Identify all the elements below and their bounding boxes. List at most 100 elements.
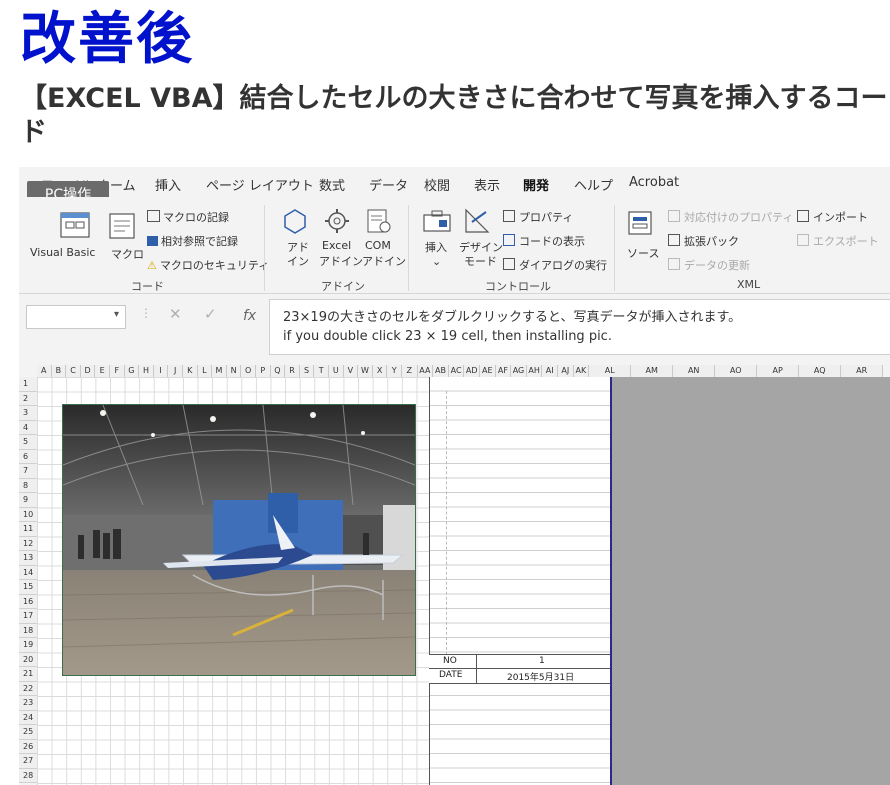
no-row[interactable]: NO 1 [429,654,610,669]
column-header[interactable]: S [299,365,315,377]
column-header[interactable]: Q [270,365,286,377]
insert-function-icon[interactable]: fx [243,308,256,324]
column-header[interactable]: AK [573,365,590,377]
view-code-button[interactable]: コードの表示 [503,233,585,249]
row-header[interactable]: 24 [19,710,37,725]
macro-security-button[interactable]: ⚠ マクロのセキュリティ [147,257,269,273]
record-column[interactable] [429,377,612,785]
visual-basic-button[interactable]: Visual Basic [30,246,95,259]
relative-ref-button[interactable]: 相対参照で記録 [147,233,238,249]
tab-acrobat[interactable]: Acrobat [629,175,679,190]
row-header[interactable]: 12 [19,536,37,551]
column-header[interactable]: AD [464,365,480,377]
com-addins-button[interactable]: COM [365,239,391,252]
column-header[interactable]: H [139,365,154,377]
row-header[interactable]: 18 [19,623,37,638]
column-header[interactable]: C [66,365,81,377]
column-header[interactable]: AH [526,365,543,377]
xml-source-button[interactable]: ソース [627,245,659,261]
tab-review[interactable]: 校閲 [424,175,450,194]
row-header[interactable]: 16 [19,594,37,609]
column-header[interactable]: AE [480,365,496,377]
cancel-icon[interactable]: ✕ [169,305,182,323]
column-header[interactable]: D [80,365,96,377]
import-button[interactable]: インポート [797,209,868,225]
tab-developer[interactable]: 開発 [523,175,550,199]
column-header[interactable]: AJ [558,365,574,377]
tab-view[interactable]: 表示 [474,175,500,194]
run-dialog-button[interactable]: ダイアログの実行 [503,257,607,273]
column-header[interactable]: AI [542,365,558,377]
properties-button[interactable]: プロパティ [503,209,573,225]
column-header[interactable]: M [212,365,227,377]
row-header[interactable]: 19 [19,638,37,653]
row-header[interactable]: 23 [19,696,37,711]
insert-control-button[interactable]: 挿入 [425,239,447,255]
tab-help[interactable]: ヘルプ [574,175,613,194]
row-header[interactable]: 6 [19,449,37,464]
column-header[interactable]: P [256,365,271,377]
column-header[interactable]: AG [511,365,527,377]
row-header[interactable]: 3 [19,406,37,421]
column-header[interactable]: AR [841,365,884,377]
column-header[interactable]: AQ [799,365,842,377]
column-header[interactable]: O [241,365,256,377]
column-header[interactable]: E [95,365,110,377]
column-header[interactable]: AO [715,365,758,377]
tab-formulas[interactable]: 数式 [319,175,345,194]
name-box[interactable]: ▾ [26,305,126,329]
excel-addins-button[interactable]: Excel [322,239,351,252]
row-header[interactable]: 5 [19,435,37,450]
row-header[interactable]: 10 [19,507,37,522]
row-header[interactable]: 11 [19,522,37,537]
column-header[interactable]: I [153,365,169,377]
column-header[interactable]: AF [495,365,512,377]
column-header[interactable]: J [168,365,183,377]
column-header[interactable]: U [329,365,344,377]
expansion-pack-button[interactable]: 拡張パック [668,233,739,249]
refresh-data-button[interactable]: データの更新 [668,257,750,273]
row-header[interactable]: 14 [19,565,37,580]
row-header[interactable]: 2 [19,391,37,406]
column-header[interactable]: L [197,365,213,377]
macro-button[interactable]: マクロ [111,246,144,262]
enter-icon[interactable]: ✓ [204,305,217,323]
column-header[interactable]: AN [673,365,716,377]
column-header[interactable]: F [110,365,125,377]
row-header[interactable]: 22 [19,681,37,696]
formula-input[interactable]: 23×19の大きさのセルをダブルクリックすると、写真データが挿入されます。 if… [269,299,890,355]
row-header[interactable]: 26 [19,739,37,754]
export-button[interactable]: エクスポート [797,233,879,249]
row-header[interactable]: 28 [19,768,37,783]
map-properties-button[interactable]: 対応付けのプロパティ [668,209,793,225]
column-header[interactable]: A [37,365,52,377]
column-header[interactable]: AC [448,365,465,377]
row-header[interactable]: 20 [19,652,37,667]
column-header[interactable]: Y [387,365,402,377]
tab-insert[interactable]: 挿入 [155,175,181,194]
column-header[interactable]: AL [589,365,632,377]
column-header[interactable]: AB [433,365,449,377]
date-row[interactable]: DATE 2015年5月31日 [429,668,610,684]
row-header[interactable]: 21 [19,667,37,682]
column-header[interactable]: N [226,365,242,377]
row-header[interactable]: 4 [19,420,37,435]
row-header[interactable]: 15 [19,580,37,595]
row-header[interactable]: 9 [19,493,37,508]
column-header[interactable]: AM [631,365,674,377]
column-header[interactable]: Z [402,365,418,377]
row-header[interactable]: 17 [19,609,37,624]
row-header[interactable]: 27 [19,754,37,769]
column-header[interactable]: G [124,365,140,377]
column-header[interactable]: V [343,365,359,377]
column-header[interactable]: AA [417,365,434,377]
column-header[interactable]: R [285,365,300,377]
row-header[interactable]: 13 [19,551,37,566]
column-header[interactable]: X [372,365,388,377]
column-header[interactable]: AP [757,365,800,377]
row-header[interactable]: 7 [19,464,37,479]
column-header[interactable]: B [51,365,67,377]
row-header[interactable]: 1 [19,377,37,392]
row-header[interactable]: 8 [19,478,37,493]
row-header[interactable]: 25 [19,725,37,740]
